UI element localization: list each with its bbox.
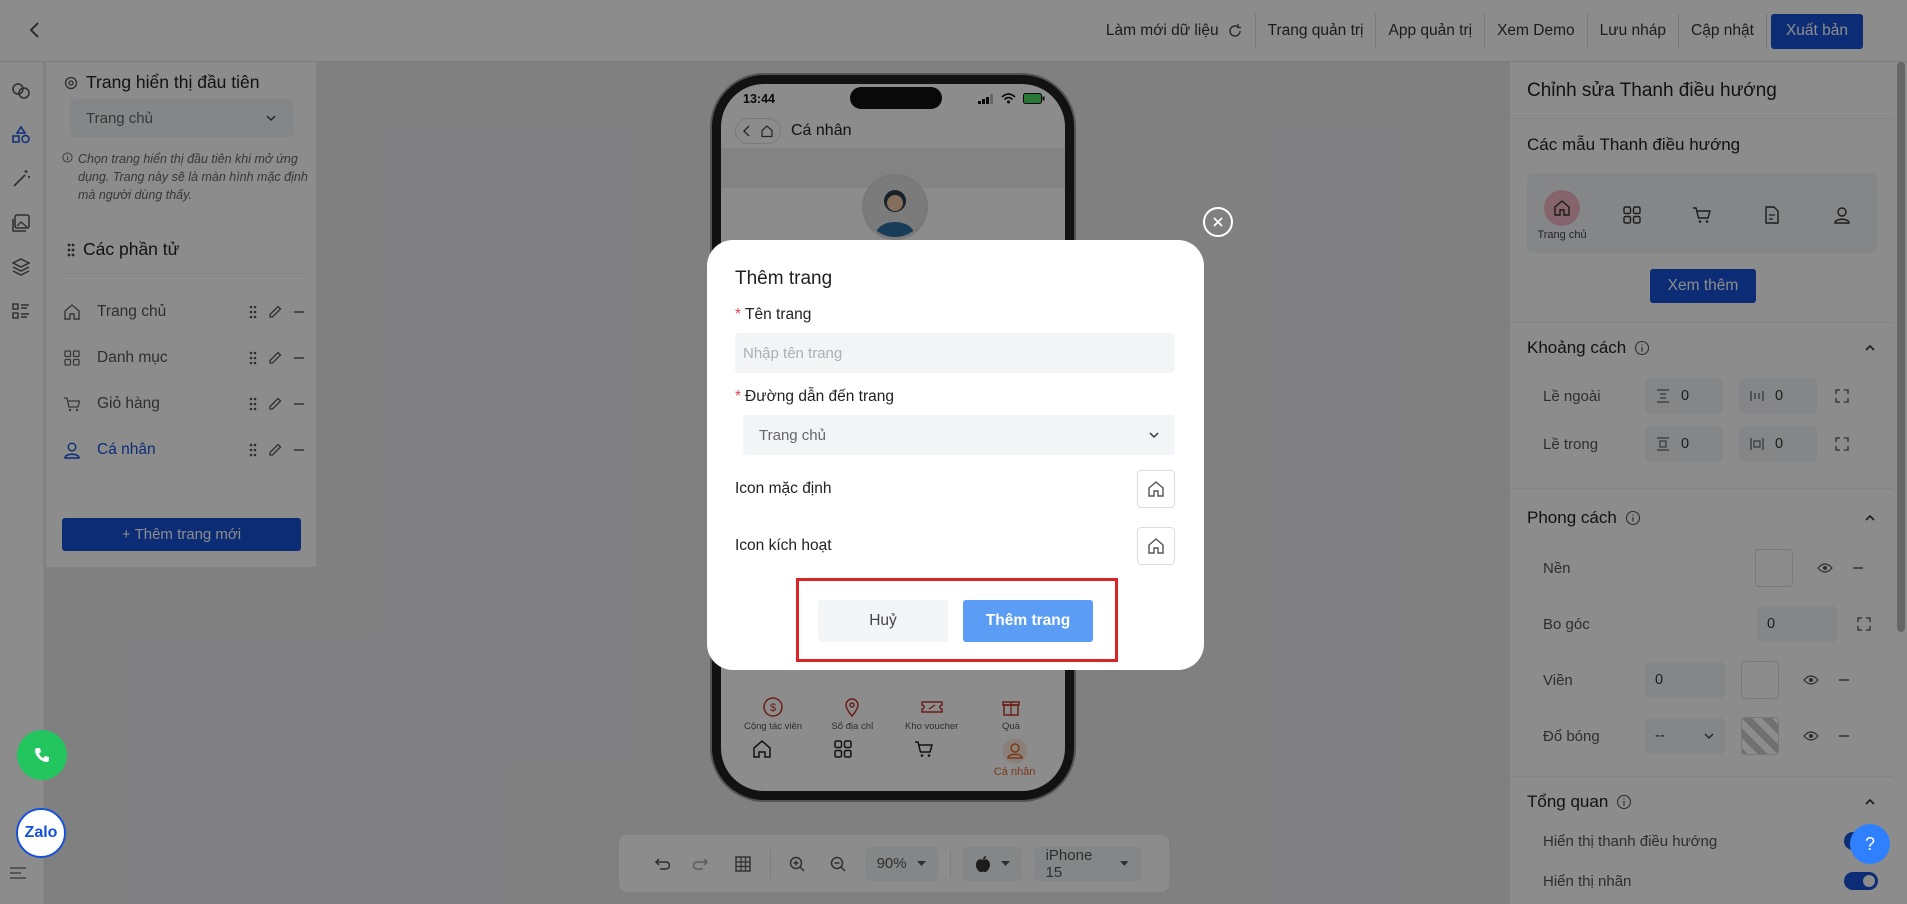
menu-icon[interactable] xyxy=(9,866,27,880)
call-button[interactable] xyxy=(17,730,67,780)
active-icon-picker[interactable] xyxy=(1137,527,1175,565)
page-name-label-text: Tên trang xyxy=(745,306,812,323)
active-icon-label: Icon kích hoạt xyxy=(735,537,832,554)
zalo-button[interactable]: Zalo xyxy=(16,808,66,858)
page-path-label: * Đường dẫn đến trang xyxy=(735,388,894,406)
page-name-input[interactable] xyxy=(735,333,1175,373)
help-button[interactable]: ? xyxy=(1850,824,1890,864)
page-path-value: Trang chủ xyxy=(759,426,826,444)
modal-title: Thêm trang xyxy=(735,268,833,289)
default-icon-row: Icon mặc định xyxy=(735,469,1175,509)
chevron-down-icon xyxy=(1149,432,1159,439)
default-icon-label: Icon mặc định xyxy=(735,480,832,497)
home-icon xyxy=(1148,481,1164,497)
required-mark: * xyxy=(735,306,742,323)
required-mark: * xyxy=(735,388,742,405)
page-name-label: * Tên trang xyxy=(735,306,811,324)
cancel-button[interactable]: Huỷ xyxy=(818,600,948,642)
phone-icon xyxy=(35,748,49,762)
close-icon[interactable] xyxy=(1203,207,1233,237)
active-icon-row: Icon kích hoạt xyxy=(735,526,1175,566)
add-page-submit-button[interactable]: Thêm trang xyxy=(963,600,1093,642)
default-icon-picker[interactable] xyxy=(1137,470,1175,508)
home-icon xyxy=(1148,538,1164,554)
add-page-modal: Thêm trang *Tên trang *Đường dẫn đến tra… xyxy=(707,240,1204,670)
page-path-label-text: Đường dẫn đến trang xyxy=(745,388,894,405)
page-path-select[interactable]: Trang chủ xyxy=(743,415,1175,455)
